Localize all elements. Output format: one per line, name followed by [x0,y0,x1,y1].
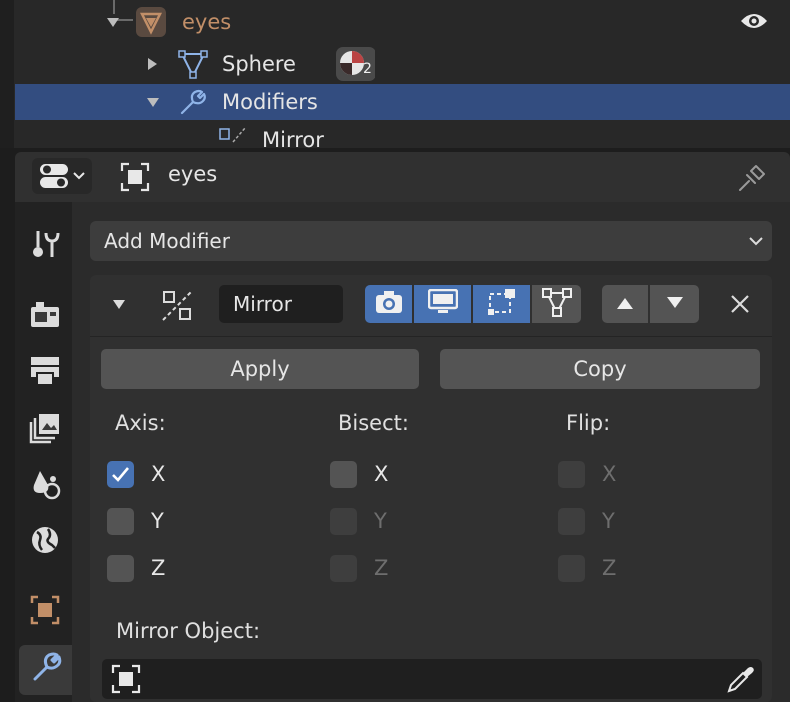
expand-arrow-icon[interactable] [147,98,159,107]
bisect-x-checkbox[interactable] [330,461,357,488]
triangle-down-icon [665,295,685,314]
outliner-label: eyes [182,10,232,34]
tab-modifiers[interactable] [19,645,72,695]
mesh-vertices-icon [541,287,572,321]
edit-mode-toggle[interactable] [473,285,530,323]
outliner: eyes Sphere 2 Modifiers Mirror [0,0,790,148]
scene-icon [28,467,62,505]
flip-label: Flip: [566,411,611,435]
monitor-icon [427,288,458,319]
mirror-modifier-icon [219,127,249,148]
bisect-x-label: X [374,462,389,486]
axis-label: Axis: [115,411,166,435]
bisect-z-label: Z [374,556,389,580]
axis-x-label: X [151,462,166,486]
properties-header: eyes [15,152,790,202]
mirror-object-field[interactable] [102,659,762,699]
flip-x-checkbox[interactable] [558,461,585,488]
modifier-header: Mirror [90,275,772,337]
flip-z-checkbox[interactable] [558,555,585,582]
editor-type-icon [38,163,88,193]
edit-mode-cage-toggle[interactable] [365,285,412,323]
mesh-data-icon [178,49,208,83]
flip-y-checkbox[interactable] [558,508,585,535]
copy-button[interactable]: Copy [440,349,760,389]
tab-tool[interactable] [19,221,71,271]
on-cage-toggle[interactable] [532,285,581,323]
bisect-y-label: Y [374,509,387,533]
modifier-properties: Add Modifier Mirror Apply Copy Axis: Bis… [72,202,790,702]
modifier-name-field[interactable]: Mirror [219,285,343,323]
printer-icon [28,354,62,392]
bisect-z-checkbox[interactable] [330,555,357,582]
editor-type-button[interactable] [32,158,92,194]
apply-button[interactable]: Apply [101,349,419,389]
move-up-button[interactable] [602,285,648,323]
tab-scene[interactable] [19,461,71,511]
edit-mode-icon [487,288,517,320]
eyedropper-icon[interactable] [726,664,756,698]
axis-x-checkbox[interactable] [107,461,134,488]
mirror-modifier-icon [160,289,194,327]
object-icon [111,664,141,698]
bisect-y-checkbox[interactable] [330,508,357,535]
outliner-edge [0,0,14,148]
outliner-row-modifiers[interactable]: Modifiers [15,84,790,120]
mirror-object-label: Mirror Object: [116,619,261,643]
flip-x-label: X [602,462,617,486]
tool-icon [28,227,62,265]
axis-z-checkbox[interactable] [107,555,134,582]
mirror-modifier-panel: Mirror Apply Copy Axis: Bisect: Flip: X … [90,275,772,702]
flip-z-label: Z [602,556,617,580]
outliner-label: Sphere [222,52,296,76]
move-down-button[interactable] [650,285,699,323]
world-icon [28,523,62,561]
bisect-label: Bisect: [338,411,409,435]
expand-arrow-icon[interactable] [148,58,157,70]
collapse-arrow-icon[interactable] [113,300,125,309]
axis-z-label: Z [151,556,166,580]
tab-render[interactable] [19,291,71,341]
close-icon[interactable] [730,294,750,318]
outliner-row-sphere[interactable]: Sphere 2 [15,46,790,82]
add-modifier-dropdown[interactable]: Add Modifier [90,221,772,261]
material-count-badge: 2 [363,61,372,77]
tab-world[interactable] [19,517,71,567]
tab-object[interactable] [19,587,71,637]
wrench-icon [30,652,62,688]
checkmark-icon [107,467,134,492]
object-icon [28,593,62,631]
outliner-row-eyes[interactable]: eyes [15,4,790,40]
camera-icon [375,290,403,318]
mesh-object-icon [135,6,167,42]
tab-output[interactable] [19,348,71,398]
realtime-display-toggle[interactable] [414,285,471,323]
axis-y-checkbox[interactable] [107,508,134,535]
triangle-up-icon [615,295,635,314]
axis-y-label: Y [151,509,164,533]
wrench-icon [178,89,206,121]
pin-icon[interactable] [737,163,767,197]
outliner-label: Mirror [262,128,324,148]
render-icon [28,297,62,335]
outliner-label: Modifiers [222,90,318,114]
outliner-row-mirror[interactable]: Mirror [15,124,790,148]
properties-tabs [15,202,72,702]
eye-icon[interactable] [739,11,769,35]
object-icon [120,162,150,196]
view-layer-icon [28,411,62,449]
tab-view-layer[interactable] [19,405,71,455]
flip-y-label: Y [602,509,615,533]
add-modifier-label: Add Modifier [104,229,230,253]
expand-arrow-icon[interactable] [107,18,119,27]
object-name: eyes [168,162,218,186]
chevron-down-icon [748,233,764,252]
